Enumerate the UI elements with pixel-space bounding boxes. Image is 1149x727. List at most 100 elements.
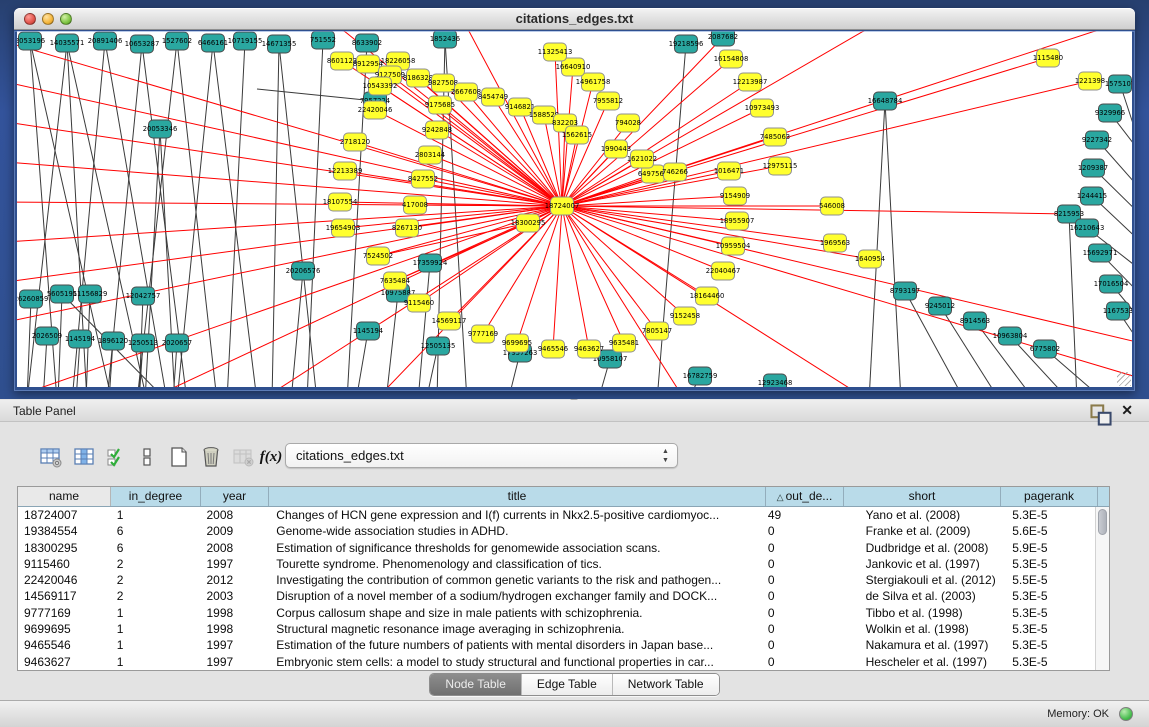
tab-node-table[interactable]: Node Table [430,674,522,695]
table-cell: Jankovic et al. (1997) [842,556,999,572]
column-header-short[interactable]: short [844,487,1001,506]
tab-network-table[interactable]: Network Table [613,674,719,695]
table-cell: 49 [764,507,842,523]
graph-node-label: 1575107 [1105,80,1132,88]
column-selection-icon[interactable] [104,444,130,470]
table-row[interactable]: 946362711997Embryonic stem cells: a mode… [18,654,1095,670]
table-cell: 22420046 [18,572,111,588]
graph-node-label: 9635481 [609,339,639,347]
graph-node-label: 16210643 [1070,224,1105,232]
table-row[interactable]: 1456911722003Disruption of a novel membe… [18,588,1095,604]
graph-node-label: 9329966 [1095,109,1125,117]
graph-node-label: 417008 [402,201,428,209]
red-edge [562,82,750,206]
graph-node-label: 9245012 [925,302,955,310]
graph-node-label: 18300295 [511,219,546,227]
table-cell: 2009 [200,523,268,539]
function-builder-icon[interactable]: f(x) [258,444,284,470]
black-edge [869,101,885,387]
graph-node-label: 7524502 [363,252,393,260]
window-titlebar[interactable]: citations_edges.txt [14,8,1135,30]
table-selector-value: citations_edges.txt [296,448,404,463]
graph-node-label: 1640954 [855,255,885,263]
column-header-out_de[interactable]: △out_de... [766,487,844,506]
close-icon[interactable]: ✕ [1121,402,1133,419]
graph-node-label: 10963804 [993,332,1028,340]
table-row[interactable]: 977716911998Corpus callosum shape and si… [18,605,1095,621]
table-cell: 1998 [200,621,268,637]
delete-column-icon[interactable] [198,444,224,470]
network-canvas[interactable]: 2053196140355712089140610653287152760264… [17,31,1132,387]
graph-node-label: 8454749 [478,93,508,101]
graph-node-label: 1250513 [128,339,158,347]
graph-node-label: 9827508 [428,79,458,87]
graph-node-label: 18164460 [690,292,725,300]
table-row[interactable]: 911546021997Tourette syndrome. Phenomeno… [18,556,1095,572]
graph-node-label: 2667608 [451,88,481,96]
memory-status-indicator[interactable] [1119,707,1133,721]
table-cell: 2 [111,588,201,604]
table-cell: 9115460 [18,556,111,572]
graph-node-label: 20053346 [143,125,178,133]
network-window[interactable]: citations_edges.txt 20531961403557120891… [14,8,1135,391]
float-window-icon[interactable] [1090,404,1105,419]
graph-node-label: 1115480 [1033,54,1063,62]
table-cell: 5.3E-5 [998,605,1095,621]
black-edge [213,43,257,387]
graph-node-label: 10543392 [363,82,398,90]
column-header-name[interactable]: name [18,487,111,506]
table-row[interactable]: 2242004622012Investigating the contribut… [18,572,1095,588]
graph-node-label: 2087682 [708,33,738,41]
table-cell: Estimation of the future numbers of pati… [268,637,764,653]
table-row[interactable]: 969969511998Structural magnetic resonanc… [18,621,1095,637]
table-cell: 5.3E-5 [998,588,1095,604]
tab-edge-table[interactable]: Edge Table [522,674,613,695]
table-cell: Tibbo et al. (1998) [842,605,999,621]
table-cell: Stergiakouli et al. (2012) [842,572,999,588]
table-selector-dropdown[interactable]: citations_edges.txt ▲▼ [285,443,678,468]
graph-node-label: 8912954 [353,60,383,68]
graph-node-label: 19654903 [326,224,361,232]
graph-node-label: 1209387 [1078,164,1108,172]
graph-node-label: 17016504 [1094,280,1129,288]
column-header-pagerank[interactable]: pagerank [1001,487,1098,506]
graph-node-label: 7485063 [760,133,790,141]
graph-node-label: 546008 [819,202,845,210]
table-cell: de Silva et al. (2003) [842,588,999,604]
column-header-in_degree[interactable]: in_degree [111,487,201,506]
window-resize-grip[interactable] [1117,372,1131,386]
graph-node-label: 2718120 [340,138,370,146]
graph-node-label: 9227342 [1082,136,1112,144]
graph-node-label: 1167533 [1103,307,1132,315]
black-edge [307,40,323,387]
scrollbar-thumb[interactable] [1098,509,1107,535]
table-cell: 9465546 [18,637,111,653]
table-cell: 0 [764,572,842,588]
window-title: citations_edges.txt [14,11,1135,26]
red-edge [17,151,562,206]
table-row[interactable]: 1938455462009Genome-wide association stu… [18,523,1095,539]
table-mode-icon[interactable] [38,444,64,470]
column-header-year[interactable]: year [201,487,269,506]
table-row[interactable]: 1830029562008Estimation of significance … [18,540,1095,556]
row-options-icon[interactable] [134,444,160,470]
network-canvas-svg[interactable]: 2053196140355712089140610653287152760264… [17,31,1132,387]
graph-node-label: 6466161 [198,39,228,47]
table-row[interactable]: 946554611997Estimation of the future num… [18,637,1095,653]
graph-node-label: 7955812 [593,97,623,105]
graph-node-label: 20206576 [286,267,321,275]
graph-node-label: 1244415 [1077,192,1107,200]
table-row[interactable]: 1872400712008Changes of HCN gene express… [18,507,1095,523]
graph-node-label: 14961758 [576,78,611,86]
column-visibility-icon[interactable] [71,444,97,470]
vertical-scrollbar[interactable] [1095,507,1109,670]
graph-node-label: 9175685 [425,101,455,109]
status-bar: Memory: OK [0,700,1149,727]
column-header-title[interactable]: title [269,487,766,506]
graph-node-label: 6775802 [1030,345,1060,353]
black-edge [386,293,398,387]
delete-table-icon[interactable] [230,444,256,470]
create-column-icon[interactable] [166,444,192,470]
graph-node-label: 8267130 [392,224,422,232]
table-cell: Genome-wide association studies in ADHD. [268,523,764,539]
